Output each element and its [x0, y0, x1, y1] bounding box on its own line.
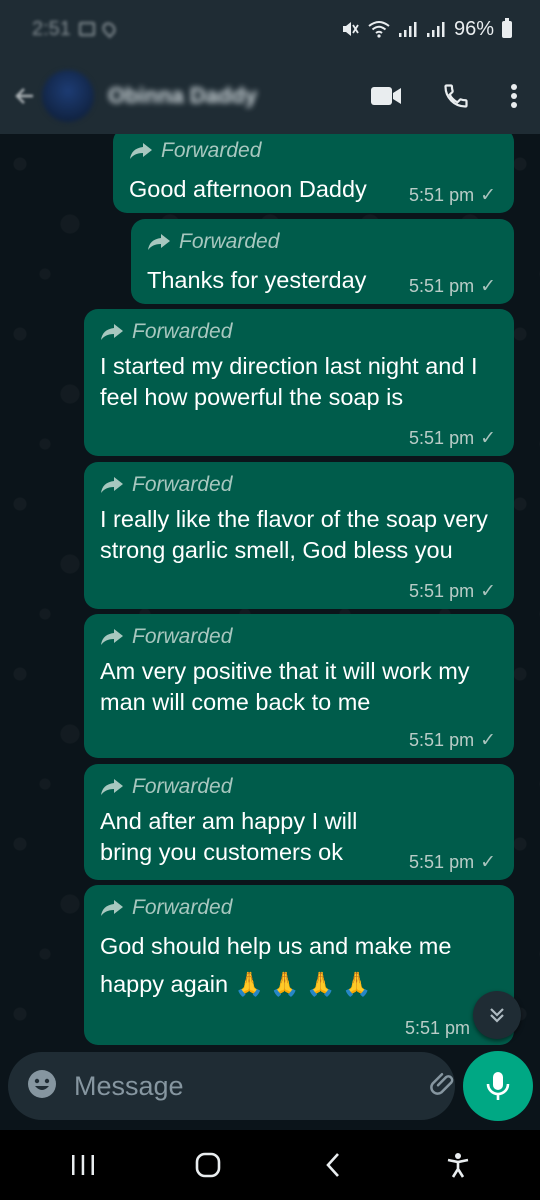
- signal-icon: [398, 22, 417, 37]
- avatar[interactable]: [42, 70, 94, 122]
- forward-arrow-icon: [130, 143, 152, 159]
- attach-icon[interactable]: [428, 1069, 458, 1104]
- status-left: 2:51: [32, 17, 119, 41]
- back-icon[interactable]: [303, 1140, 363, 1190]
- check-icon: ✓: [480, 581, 496, 602]
- location-icon: [99, 19, 119, 39]
- input-bar: [0, 1046, 540, 1130]
- more-options-icon[interactable]: [510, 83, 518, 109]
- voice-message-button[interactable]: [463, 1051, 533, 1121]
- message-bubble[interactable]: Forwarded God should help us and make me…: [84, 885, 514, 1045]
- forward-arrow-icon: [101, 324, 123, 340]
- message-meta: 5:51 pm ✓: [409, 184, 496, 207]
- forwarded-label: Forwarded: [100, 624, 484, 650]
- message-composer: [8, 1052, 519, 1120]
- message-meta: 5:51 pm ✓: [409, 729, 496, 752]
- status-bar: 2:51 96%: [0, 0, 540, 58]
- message-bubble[interactable]: Forwarded I started my direction last ni…: [84, 309, 514, 456]
- emoji-icon[interactable]: [26, 1068, 58, 1105]
- message-meta: 5:51 pm ✓: [409, 275, 496, 298]
- forward-arrow-icon: [101, 900, 123, 916]
- double-chevron-down-icon: [490, 1008, 504, 1023]
- microphone-icon: [486, 1072, 510, 1100]
- check-icon: ✓: [480, 428, 496, 449]
- chat-area[interactable]: Forwarded Good afternoon Daddy 5:51 pm ✓…: [0, 134, 540, 1046]
- forward-arrow-icon: [148, 234, 170, 250]
- message-text: And after am happy I will bring you cust…: [100, 808, 358, 865]
- accessibility-icon[interactable]: [428, 1140, 488, 1190]
- battery-icon: [502, 17, 512, 38]
- check-icon: ✓: [480, 185, 496, 206]
- mute-icon: [342, 22, 359, 36]
- message-time: 5:51 pm: [409, 185, 475, 205]
- message-time: 5:51 pm: [409, 581, 475, 601]
- forwarded-label: Forwarded: [129, 138, 498, 164]
- image-icon: [78, 22, 95, 36]
- message-bubble[interactable]: Forwarded Good afternoon Daddy 5:51 pm ✓: [113, 134, 514, 213]
- recent-apps-icon[interactable]: [53, 1140, 113, 1190]
- message-text: I started my direction last night and I …: [100, 353, 478, 410]
- message-meta: 5:51 pm: [405, 1018, 470, 1039]
- message-time: 5:51 pm: [409, 730, 475, 750]
- forwarded-label: Forwarded: [100, 774, 364, 800]
- check-icon: ✓: [480, 730, 496, 751]
- contact-name[interactable]: Obinna Daddy: [108, 83, 370, 109]
- message-text: Am very positive that it will work my ma…: [100, 658, 470, 715]
- status-right: 96%: [340, 17, 512, 41]
- message-bubble[interactable]: Forwarded And after am happy I will brin…: [84, 764, 514, 880]
- message-meta: 5:51 pm ✓: [409, 851, 496, 874]
- message-text: God should help us and make me happy aga…: [100, 933, 452, 997]
- message-bubble[interactable]: Forwarded Am very positive that it will …: [84, 614, 514, 758]
- message-time: 5:51 pm: [404, 1018, 470, 1038]
- battery-level: 96%: [453, 17, 494, 40]
- message-bubble[interactable]: Forwarded Thanks for yesterday 5:51 pm ✓: [131, 219, 514, 304]
- chat-header: Obinna Daddy: [0, 58, 540, 134]
- forward-arrow-icon: [101, 477, 123, 493]
- check-icon: ✓: [480, 852, 496, 873]
- forwarded-label: Forwarded: [100, 472, 496, 498]
- back-arrow-icon[interactable]: [10, 81, 40, 111]
- forward-arrow-icon: [101, 629, 123, 645]
- home-icon[interactable]: [178, 1140, 238, 1190]
- voice-call-icon[interactable]: [442, 82, 470, 110]
- message-input[interactable]: [74, 1070, 428, 1102]
- message-text: I really like the flavor of the soap ver…: [100, 506, 488, 563]
- forwarded-label: Forwarded: [100, 319, 490, 345]
- message-meta: 5:51 pm ✓: [409, 427, 496, 450]
- forwarded-label: Forwarded: [147, 229, 498, 255]
- scroll-to-bottom-button[interactable]: [473, 991, 521, 1039]
- video-call-icon[interactable]: [370, 85, 402, 107]
- message-time: 5:51 pm: [409, 852, 475, 872]
- message-meta: 5:51 pm ✓: [409, 580, 496, 603]
- forwarded-label: Forwarded: [100, 895, 490, 921]
- signal-icon: [426, 22, 445, 37]
- check-icon: ✓: [480, 276, 496, 297]
- message-time: 5:51 pm: [409, 428, 475, 448]
- message-bubble[interactable]: Forwarded I really like the flavor of th…: [84, 462, 514, 609]
- status-time: 2:51: [32, 17, 71, 40]
- message-time: 5:51 pm: [409, 276, 475, 296]
- forward-arrow-icon: [101, 779, 123, 795]
- header-actions: [370, 82, 518, 110]
- system-nav-bar: [0, 1130, 540, 1200]
- wifi-icon: [368, 21, 390, 38]
